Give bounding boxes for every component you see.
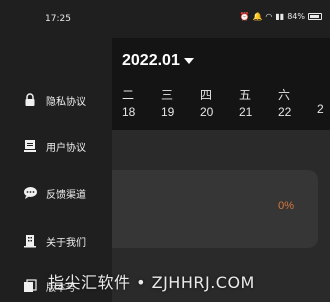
date-label: 2 (317, 102, 324, 116)
drawer-item-label: 隐私协议 (46, 96, 86, 108)
bell-icon: 🔔 (252, 12, 263, 21)
weekday-label: 三 (161, 88, 174, 102)
drawer-item-feedback[interactable]: 反馈渠道 (22, 185, 86, 201)
weekday-label (317, 86, 330, 100)
day-cell[interactable]: 六 22 (278, 86, 317, 119)
side-drawer: 隐私协议 用户协议 反馈渠道 关于我们 版本号 (0, 38, 112, 302)
building-icon (22, 233, 38, 249)
status-bar: 17:25 ⏰ 🔔 ◠ ▮▮ 84% (0, 0, 330, 38)
drawer-item-privacy[interactable]: 隐私协议 (22, 92, 86, 108)
chevron-down-icon (183, 57, 194, 64)
date-label: 20 (200, 105, 214, 119)
weekday-label: 六 (278, 88, 291, 102)
day-cell[interactable]: 三 19 (161, 86, 200, 119)
drawer-item-label: 关于我们 (46, 237, 86, 249)
copy-icon (22, 278, 38, 294)
weekday-label: 五 (239, 88, 252, 102)
status-icons: ⏰ 🔔 ◠ ▮▮ 84% (239, 12, 322, 21)
alarm-icon: ⏰ (239, 12, 250, 21)
status-time: 17:25 (45, 14, 71, 24)
date-label: 22 (278, 105, 292, 119)
chat-bubble-icon (22, 185, 38, 201)
document-stack-icon (22, 138, 38, 154)
day-cell[interactable]: 2 (317, 86, 330, 119)
drawer-item-label: 用户协议 (46, 142, 86, 154)
lock-icon (22, 92, 38, 108)
month-label: 2022.01 (122, 52, 180, 69)
day-cell[interactable]: 四 20 (200, 86, 239, 119)
weekday-label: 四 (200, 88, 213, 102)
day-cell[interactable]: 五 21 (239, 86, 278, 119)
progress-card[interactable]: 0% (112, 170, 318, 248)
drawer-item-label: 反馈渠道 (46, 189, 86, 201)
battery-icon (308, 13, 322, 20)
signal-icon: ▮▮ (275, 12, 285, 21)
calendar-header: 2022.01 二 18 三 19 四 20 五 21 六 22 2 (112, 38, 330, 130)
date-label: 19 (161, 105, 175, 119)
weekday-label: 二 (122, 88, 135, 102)
drawer-item-user-agreement[interactable]: 用户协议 (22, 138, 86, 154)
month-selector[interactable]: 2022.01 (122, 52, 194, 70)
drawer-item-about[interactable]: 关于我们 (22, 233, 86, 249)
date-label: 21 (239, 105, 253, 119)
day-cell[interactable]: 二 18 (122, 86, 161, 119)
date-label: 18 (122, 105, 136, 119)
wifi-icon: ◠ (265, 12, 273, 21)
watermark: 指尖汇软件 • ZJHHRJ.COM (48, 273, 255, 292)
week-strip: 二 18 三 19 四 20 五 21 六 22 2 (122, 86, 330, 119)
battery-percent: 84% (287, 12, 305, 21)
progress-percent: 0% (278, 200, 294, 212)
